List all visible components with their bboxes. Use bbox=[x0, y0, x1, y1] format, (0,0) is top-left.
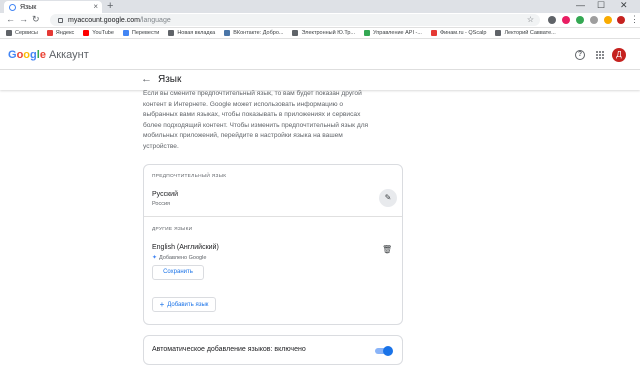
url-host: myaccount.google.com bbox=[68, 16, 140, 24]
bookmark-favicon-icon bbox=[430, 30, 437, 36]
bookmark-favicon-icon bbox=[83, 30, 90, 36]
reload-icon[interactable]: ↻ bbox=[32, 14, 40, 25]
new-tab-button[interactable]: + bbox=[107, 0, 113, 12]
added-by-google: ✦ Добавлено Google bbox=[152, 254, 207, 262]
add-language-label: Добавить язык bbox=[167, 301, 209, 308]
preferred-language-header: ПРЕДПОЧТИТЕЛЬНЫЙ ЯЗЫК bbox=[152, 174, 227, 179]
language-card: ПРЕДПОЧТИТЕЛЬНЫЙ ЯЗЫК Русский Россия ✎ Д… bbox=[143, 164, 403, 325]
auto-add-label: Автоматическое добавление языков: включе… bbox=[152, 346, 306, 353]
back-arrow-icon[interactable]: ← bbox=[141, 73, 152, 85]
app-header: Google Аккаунт ? Д bbox=[0, 40, 640, 70]
tab-strip: Язык × + — ☐ ✕ bbox=[0, 0, 640, 13]
bookmarks-bar: Сервисы Яндекс YouTube Перевести Новая вклад… bbox=[0, 28, 640, 39]
browser-menu-icon[interactable]: ⋮ bbox=[630, 14, 639, 25]
avatar[interactable]: Д bbox=[612, 48, 626, 62]
added-by-google-label: Добавлено Google bbox=[159, 254, 207, 261]
logo-suffix: Аккаунт bbox=[48, 49, 89, 61]
bookmark-favicon-icon bbox=[495, 30, 502, 36]
auto-add-card: Автоматическое добавление языков: включе… bbox=[143, 335, 403, 365]
bookmark-item[interactable]: Управление API -... bbox=[364, 30, 422, 36]
close-tab-icon[interactable]: × bbox=[93, 2, 98, 11]
other-language-name: English (Английский) bbox=[152, 244, 219, 251]
extension-icon[interactable] bbox=[590, 16, 598, 24]
extension-icon[interactable] bbox=[604, 16, 612, 24]
profile-icon[interactable] bbox=[617, 16, 625, 24]
bookmark-favicon-icon bbox=[168, 30, 175, 36]
page-description: Если вы смените предпочтительный язык, т… bbox=[143, 90, 369, 150]
help-icon[interactable]: ? bbox=[575, 50, 585, 60]
bookmark-item[interactable]: Финам.ru - QScalp bbox=[430, 30, 487, 36]
bookmark-item[interactable]: Сервисы bbox=[6, 30, 38, 36]
tab-language[interactable]: Язык × bbox=[4, 1, 102, 13]
close-window-button[interactable]: ✕ bbox=[620, 0, 628, 11]
bookmark-item[interactable]: YouTube bbox=[83, 30, 114, 36]
maximize-button[interactable]: ☐ bbox=[597, 0, 605, 11]
google-logo: Google bbox=[8, 49, 46, 61]
page-header: ← Язык bbox=[0, 70, 640, 90]
bookmark-item[interactable]: Перевести bbox=[122, 30, 160, 36]
bookmark-label: YouTube bbox=[92, 30, 114, 36]
address-bar[interactable]: myaccount.google.com/language ☆ bbox=[50, 14, 540, 26]
google-account-logo[interactable]: Google Аккаунт bbox=[8, 49, 89, 61]
divider bbox=[144, 216, 402, 217]
extension-icon[interactable] bbox=[562, 16, 570, 24]
bookmark-favicon-icon bbox=[224, 30, 231, 36]
bookmark-favicon-icon bbox=[122, 30, 129, 36]
bookmark-favicon-icon bbox=[364, 30, 371, 36]
sparkle-icon: ✦ bbox=[152, 255, 158, 261]
toggle-knob bbox=[383, 346, 393, 356]
logo-letter: G bbox=[8, 49, 17, 61]
bookmark-item[interactable]: Яндекс bbox=[46, 30, 75, 36]
minimize-button[interactable]: — bbox=[576, 0, 585, 10]
page-title: Язык bbox=[158, 74, 182, 85]
plus-icon: + bbox=[159, 300, 165, 309]
preferred-language-region: Россия bbox=[152, 201, 171, 207]
preferred-language-name: Русский bbox=[152, 191, 178, 198]
url-path: /language bbox=[139, 16, 171, 24]
edit-pencil-icon[interactable]: ✎ bbox=[379, 189, 397, 207]
bookmark-label: Электронный Ю.Тр... bbox=[301, 30, 356, 36]
bookmark-label: Управление API -... bbox=[373, 30, 422, 36]
google-favicon-icon bbox=[9, 3, 16, 11]
bookmark-label: Сервисы bbox=[15, 30, 38, 36]
lock-icon bbox=[58, 17, 63, 23]
bookmark-star-icon[interactable]: ☆ bbox=[527, 15, 534, 24]
trash-icon[interactable]: 🗑 bbox=[382, 245, 392, 254]
tab-title: Язык bbox=[20, 3, 37, 11]
bookmark-favicon-icon bbox=[292, 30, 299, 36]
add-language-button[interactable]: + Добавить язык bbox=[152, 297, 216, 312]
bookmark-favicon-icon bbox=[6, 30, 12, 36]
bookmark-label: Лекторий Саввате... bbox=[504, 30, 556, 36]
logo-letter: g bbox=[30, 49, 37, 61]
bookmark-label: Перевести bbox=[131, 30, 160, 36]
back-nav-icon[interactable]: ← bbox=[6, 14, 15, 24]
bookmark-item[interactable]: Лекторий Саввате... bbox=[495, 30, 556, 36]
auto-add-toggle[interactable] bbox=[375, 346, 393, 356]
extension-icon[interactable] bbox=[576, 16, 584, 24]
bookmark-item[interactable]: Новая вкладка bbox=[168, 30, 215, 36]
toolbar: ← → ↻ myaccount.google.com/language ☆ ⋮ bbox=[0, 13, 640, 28]
forward-nav-icon[interactable]: → bbox=[19, 14, 28, 24]
extension-icon[interactable] bbox=[548, 16, 556, 24]
bookmark-label: ВКонтакте: Добро... bbox=[233, 30, 284, 36]
apps-grid-icon[interactable] bbox=[596, 51, 604, 59]
bookmark-label: Финам.ru - QScalp bbox=[439, 30, 487, 36]
bookmark-item[interactable]: ВКонтакте: Добро... bbox=[224, 30, 283, 36]
bookmark-favicon-icon bbox=[46, 30, 53, 36]
bookmark-label: Новая вкладка bbox=[177, 30, 216, 36]
other-languages-header: ДРУГИЕ ЯЗЫКИ bbox=[152, 227, 193, 232]
save-button[interactable]: Сохранить bbox=[152, 265, 204, 280]
logo-letter: e bbox=[39, 49, 46, 61]
bookmark-label: Яндекс bbox=[55, 30, 75, 36]
bookmark-item[interactable]: Электронный Ю.Тр... bbox=[292, 30, 355, 36]
